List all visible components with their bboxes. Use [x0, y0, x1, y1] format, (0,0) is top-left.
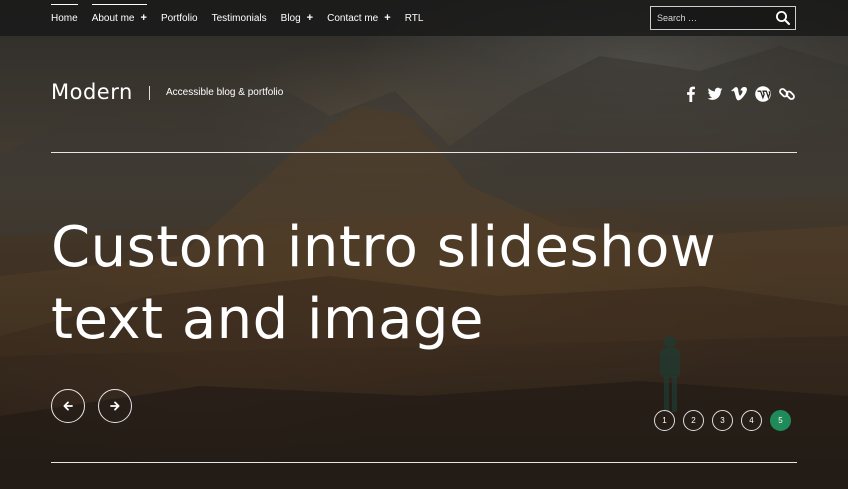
next-slide-button[interactable]: [98, 389, 132, 423]
nav-item-label: Contact me: [327, 12, 379, 24]
vimeo-icon[interactable]: [730, 85, 748, 103]
slide-title-line-2: text and image: [51, 287, 484, 352]
search-form: [650, 6, 796, 30]
slideshow-bottom-divider: [51, 462, 797, 463]
nav-item-contact-me[interactable]: Contact me +: [327, 0, 391, 36]
nav-item-home[interactable]: Home: [51, 0, 78, 36]
previous-slide-button[interactable]: [51, 389, 85, 423]
slide-title-line-1: Custom intro slideshow: [51, 215, 717, 280]
primary-menu: Home About me + Portfolio Testimonials B…: [51, 0, 437, 36]
link-icon[interactable]: [778, 85, 796, 103]
twitter-icon[interactable]: [706, 85, 724, 103]
nav-item-label: About me: [91, 12, 135, 24]
header-divider: [51, 152, 797, 153]
nav-item-label: Blog: [280, 12, 301, 24]
facebook-icon[interactable]: [682, 85, 700, 103]
site-tagline: Accessible blog & portfolio: [166, 87, 284, 98]
expand-plus-icon[interactable]: +: [384, 12, 390, 24]
nav-item-label: RTL: [404, 12, 424, 24]
slide-dot-2[interactable]: 2: [683, 410, 704, 431]
nav-item-portfolio[interactable]: Portfolio: [161, 0, 198, 36]
expand-plus-icon[interactable]: +: [307, 12, 313, 24]
slide-dot-1[interactable]: 1: [654, 410, 675, 431]
slide-dot-4[interactable]: 4: [741, 410, 762, 431]
site-title[interactable]: Modern: [51, 80, 133, 104]
slide-title: Custom intro slideshow text and image: [51, 212, 751, 356]
expand-plus-icon[interactable]: +: [141, 12, 147, 24]
nav-item-label: Testimonials: [211, 12, 267, 24]
wordpress-icon[interactable]: [754, 85, 772, 103]
nav-item-rtl[interactable]: RTL: [405, 0, 424, 36]
social-links: [682, 85, 802, 103]
nav-item-label: Portfolio: [160, 12, 198, 24]
slide-dot-3[interactable]: 3: [712, 410, 733, 431]
arrow-right-icon: [110, 401, 120, 411]
title-divider: [149, 86, 150, 100]
slide-pagination: 1 2 3 4 5: [654, 410, 799, 431]
nav-item-blog[interactable]: Blog +: [281, 0, 313, 36]
top-navigation-bar: Home About me + Portfolio Testimonials B…: [0, 0, 848, 36]
slide-dot-5[interactable]: 5: [770, 410, 791, 431]
nav-item-label: Home: [51, 12, 78, 24]
nav-item-about-me[interactable]: About me +: [91, 0, 148, 36]
arrow-left-icon: [63, 401, 73, 411]
nav-item-testimonials[interactable]: Testimonials: [212, 0, 267, 36]
search-input[interactable]: [651, 7, 769, 29]
search-icon[interactable]: [775, 10, 791, 26]
